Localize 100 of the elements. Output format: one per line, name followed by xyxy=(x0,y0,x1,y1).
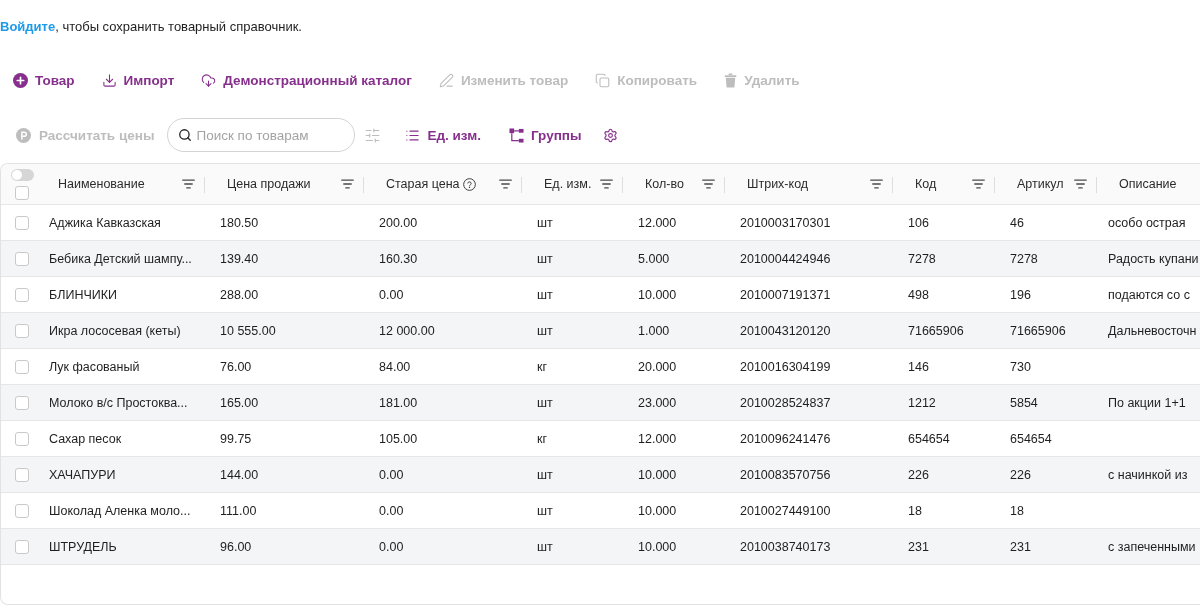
column-header[interactable]: Цена продажи xyxy=(227,177,311,191)
table-cell-text: 12 000.00 xyxy=(378,322,436,340)
table-cell-text: 2010004424946 xyxy=(739,250,832,268)
column-header[interactable]: Описание xyxy=(1119,177,1177,191)
table-cell-text: 12.000 xyxy=(637,214,678,232)
column-header[interactable]: Кол-во xyxy=(645,177,684,191)
table-cell-text: 196 xyxy=(1009,286,1032,304)
table-cell-text: 231 xyxy=(907,538,930,556)
table-cell-text: шт xyxy=(536,214,554,232)
row-checkbox[interactable] xyxy=(15,215,29,230)
column-header[interactable]: Штрих-код xyxy=(747,177,809,191)
table-cell-text: 20.000 xyxy=(637,358,678,376)
table-cell-text: 0.00 xyxy=(378,286,405,304)
table-cell-text: 146 xyxy=(907,358,930,376)
table-cell-text: 0.00 xyxy=(378,538,405,556)
table-row[interactable]: ХАЧАПУРИ 144.00 0.00 шт 10.000 2010083570756 226 226 с начинкой из xyxy=(1,457,1200,493)
table-cell-text: подаются со с xyxy=(1107,286,1191,304)
table-cell-text: 111.00 xyxy=(219,502,258,520)
table-cell-text: 106 xyxy=(907,214,930,232)
table-cell-text: Лук фасованый xyxy=(48,358,141,376)
table-row[interactable]: Молоко в/с Простоква... 165.00 181.00 шт 23.000 2010028524837 1212 5854 По акции 1+1 xyxy=(1,385,1200,421)
table-cell-text: 2010016304199 xyxy=(739,358,832,376)
table-cell-text: 96.00 xyxy=(219,538,253,556)
search-icon xyxy=(178,128,193,142)
toggle-switch[interactable] xyxy=(11,168,34,181)
filter-icon[interactable] xyxy=(702,179,715,189)
table-cell-text: 71665906 xyxy=(907,322,965,340)
column-header[interactable]: Артикул xyxy=(1017,177,1064,191)
column-header[interactable]: Старая цена xyxy=(386,177,460,191)
table-cell-text: 1212 xyxy=(907,394,937,412)
units-button[interactable]: Ед. изм. xyxy=(405,123,481,147)
table-cell-text: 654654 xyxy=(907,430,951,448)
table-cell-text: шт xyxy=(536,502,554,520)
table-cell-text: 165.00 xyxy=(219,394,260,412)
filter-icon[interactable] xyxy=(499,179,512,189)
demo-catalog-button[interactable]: Демонстрационный каталог xyxy=(201,68,412,92)
search-field[interactable]: Поиск по товарам xyxy=(167,118,356,152)
table-cell-text: 10.000 xyxy=(637,286,678,304)
filter-icon[interactable] xyxy=(972,179,985,189)
table-cell-text: 654654 xyxy=(1009,430,1053,448)
pencil-icon xyxy=(438,72,454,88)
table-cell-text: 105.00 xyxy=(378,430,419,448)
table-cell-text: 2010027449100 xyxy=(739,502,832,520)
table-row[interactable]: ШТРУДЕЛЬ 96.00 0.00 шт 10.000 2010038740173 231 231 с запеченными xyxy=(1,529,1200,565)
table-cell-text: 2010083570756 xyxy=(739,466,832,484)
table-row[interactable]: Бебика Детский шампу... 139.40 160.30 шт 5.000 2010004424946 7278 7278 Радость купани xyxy=(1,241,1200,277)
filter-icon[interactable] xyxy=(1074,179,1087,189)
column-header[interactable]: Код xyxy=(915,177,937,191)
import-button[interactable]: Импорт xyxy=(101,68,175,92)
table-cell-text: Радость купани xyxy=(1107,250,1200,268)
table-cell-text: Икра лососевая (кеты) xyxy=(48,322,182,340)
column-header[interactable]: Ед. изм. xyxy=(544,177,592,191)
row-checkbox[interactable] xyxy=(15,287,29,302)
list-icon xyxy=(405,127,421,143)
row-checkbox[interactable] xyxy=(15,359,29,374)
table-cell-text: 2010003170301 xyxy=(739,214,832,232)
help-icon[interactable] xyxy=(462,177,476,191)
table-cell-text: 160.30 xyxy=(378,250,419,268)
cloud-download-icon xyxy=(201,72,217,88)
table-cell-text: 99.75 xyxy=(219,430,253,448)
table-cell-text: 7278 xyxy=(907,250,937,268)
table-cell-text: 84.00 xyxy=(378,358,412,376)
column-header[interactable]: Наименование xyxy=(58,177,145,191)
row-checkbox[interactable] xyxy=(15,395,29,410)
login-prompt: Войдите, чтобы сохранить товарный справочник. xyxy=(0,18,302,36)
table-cell-text: По акции 1+1 xyxy=(1107,394,1187,412)
table-cell-text: 46 xyxy=(1009,214,1025,232)
row-checkbox[interactable] xyxy=(15,323,29,338)
table-cell-text: ХАЧАПУРИ xyxy=(48,466,117,484)
row-checkbox[interactable] xyxy=(15,467,29,482)
table-cell-text: 2010043120120 xyxy=(739,322,832,340)
filter-icon[interactable] xyxy=(600,179,613,189)
table-cell-text: 0.00 xyxy=(378,502,405,520)
add-product-button[interactable]: Товар xyxy=(13,68,75,92)
copy-icon xyxy=(595,72,611,88)
plus-circle-icon xyxy=(13,72,28,88)
table-cell-text: с начинкой из xyxy=(1107,466,1189,484)
table-cell-text: 0.00 xyxy=(378,466,405,484)
filter-icon[interactable] xyxy=(870,179,883,189)
table-cell-text: шт xyxy=(536,250,554,268)
filter-icon[interactable] xyxy=(182,179,195,189)
table-cell-text: 1.000 xyxy=(637,322,671,340)
groups-button[interactable]: Группы xyxy=(508,123,582,147)
table-row[interactable]: Икра лососевая (кеты) 10 555.00 12 000.00 шт 1.000 2010043120120 71665906 71665906 Дальневосточн xyxy=(1,313,1200,349)
row-checkbox[interactable] xyxy=(15,539,29,554)
download-icon xyxy=(101,72,117,88)
row-checkbox[interactable] xyxy=(15,431,29,446)
filter-icon[interactable] xyxy=(341,179,354,189)
row-checkbox[interactable] xyxy=(15,251,29,266)
table-cell-text: с запеченными xyxy=(1107,538,1197,556)
p-circle-icon xyxy=(16,127,31,143)
table-cell-text: особо острая xyxy=(1107,214,1187,232)
table-cell-text: Сахар песок xyxy=(48,430,123,448)
table-cell-text: 18 xyxy=(907,502,923,520)
row-checkbox[interactable] xyxy=(15,503,29,518)
table-cell-text: 2010028524837 xyxy=(739,394,832,412)
table-cell-text: 730 xyxy=(1009,358,1032,376)
table-cell-text: 7278 xyxy=(1009,250,1039,268)
table-cell-text: кг xyxy=(536,358,549,376)
select-all-checkbox[interactable] xyxy=(15,185,29,200)
